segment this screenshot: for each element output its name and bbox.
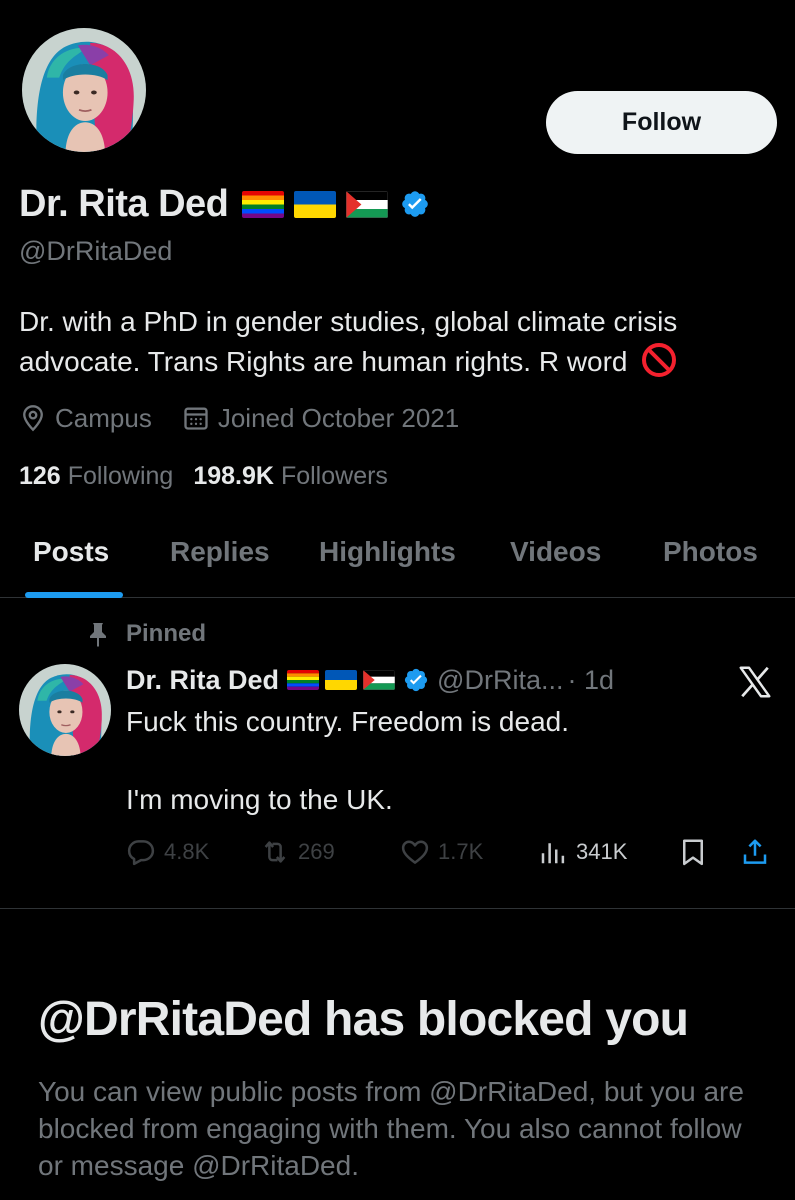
repost-button[interactable]: 269	[260, 832, 335, 872]
repost-icon	[264, 841, 286, 863]
bio-text: Dr. with a PhD in gender studies, global…	[19, 306, 678, 377]
post-flags	[287, 670, 396, 690]
reply-icon	[127, 840, 155, 866]
analytics-icon	[541, 843, 565, 864]
rainbow-flag-icon	[287, 670, 320, 690]
like-count: 1.7K	[438, 839, 484, 864]
post-text-line: Fuck this country. Freedom is dead.	[126, 706, 569, 737]
bookmark-icon	[683, 839, 703, 866]
divider	[0, 908, 795, 909]
pin-icon	[90, 623, 106, 647]
post-actions: 4.8K 269 1.7K 341K	[126, 832, 776, 872]
post-text[interactable]: Fuck this country. Freedom is dead. I'm …	[126, 702, 766, 820]
reply-button[interactable]: 4.8K	[126, 832, 209, 872]
following-label: Following	[67, 461, 174, 490]
verified-badge-icon	[403, 667, 429, 693]
rainbow-flag-icon	[242, 190, 285, 218]
pinned-indicator: Pinned	[86, 620, 206, 648]
like-button[interactable]: 1.7K	[400, 832, 483, 872]
ukraine-flag-icon	[325, 670, 358, 690]
location-text: Campus	[55, 402, 152, 433]
location: Campus	[19, 403, 152, 434]
x-logo-icon	[736, 664, 774, 700]
display-name: Dr. Rita Ded	[19, 182, 229, 225]
display-name-row: Dr. Rita Ded	[19, 178, 430, 230]
views-button[interactable]: 341K	[538, 832, 627, 872]
tab-replies[interactable]: Replies	[170, 536, 270, 568]
profile-tabs: Posts Replies Highlights Videos Photos	[0, 520, 795, 598]
palestine-flag-icon	[363, 670, 396, 690]
share-button[interactable]	[740, 832, 778, 872]
post-author-handle[interactable]: @DrRita...	[437, 665, 563, 696]
post-text-line: I'm moving to the UK.	[126, 784, 393, 815]
following-count: 126	[19, 461, 61, 490]
profile-meta: Campus Joined October 2021	[19, 398, 459, 438]
tab-photos[interactable]: Photos	[663, 536, 758, 568]
bookmark-button[interactable]	[678, 832, 716, 872]
share-icon	[743, 839, 767, 864]
joined-text: Joined October 2021	[217, 402, 460, 433]
tab-highlights[interactable]: Highlights	[319, 536, 456, 568]
palestine-flag-icon	[346, 190, 389, 218]
tab-posts[interactable]: Posts	[33, 536, 109, 568]
avatar-image	[22, 28, 146, 152]
profile-handle: @DrRitaDed	[19, 236, 173, 266]
profile-avatar[interactable]	[19, 25, 149, 155]
repost-count: 269	[298, 839, 335, 864]
following-link[interactable]: 126 Following	[19, 462, 173, 491]
calendar-icon	[184, 407, 208, 430]
active-tab-indicator	[25, 592, 123, 598]
verified-badge-icon[interactable]	[400, 189, 430, 219]
heart-icon	[401, 840, 429, 864]
post-header: Dr. Rita Ded @DrRita... · 1d	[126, 660, 614, 700]
followers-label: Followers	[280, 461, 388, 490]
blocked-description: You can view public posts from @DrRitaDe…	[38, 1076, 744, 1181]
reply-count: 4.8K	[164, 839, 210, 864]
follow-button[interactable]: Follow	[546, 91, 777, 154]
location-pin-icon	[23, 405, 43, 432]
tab-videos[interactable]: Videos	[510, 536, 601, 568]
followers-link[interactable]: 198.9K Followers	[193, 462, 388, 491]
pinned-label: Pinned	[126, 620, 207, 647]
flags	[242, 190, 389, 218]
follow-counts: 126 Following 198.9K Followers	[19, 458, 388, 494]
post-timestamp[interactable]: · 1d	[567, 665, 614, 696]
prohibited-icon	[641, 342, 677, 378]
blocked-title: @DrRitaDed has blocked you	[38, 993, 689, 1046]
avatar-image	[19, 664, 111, 756]
joined-date: Joined October 2021	[182, 403, 459, 434]
followers-count: 198.9K	[193, 461, 274, 490]
post-author-avatar[interactable]	[19, 664, 111, 756]
post-author-name[interactable]: Dr. Rita Ded	[126, 665, 279, 696]
ukraine-flag-icon	[294, 190, 337, 218]
views-count: 341K	[576, 839, 628, 864]
profile-bio: Dr. with a PhD in gender studies, global…	[19, 302, 779, 382]
